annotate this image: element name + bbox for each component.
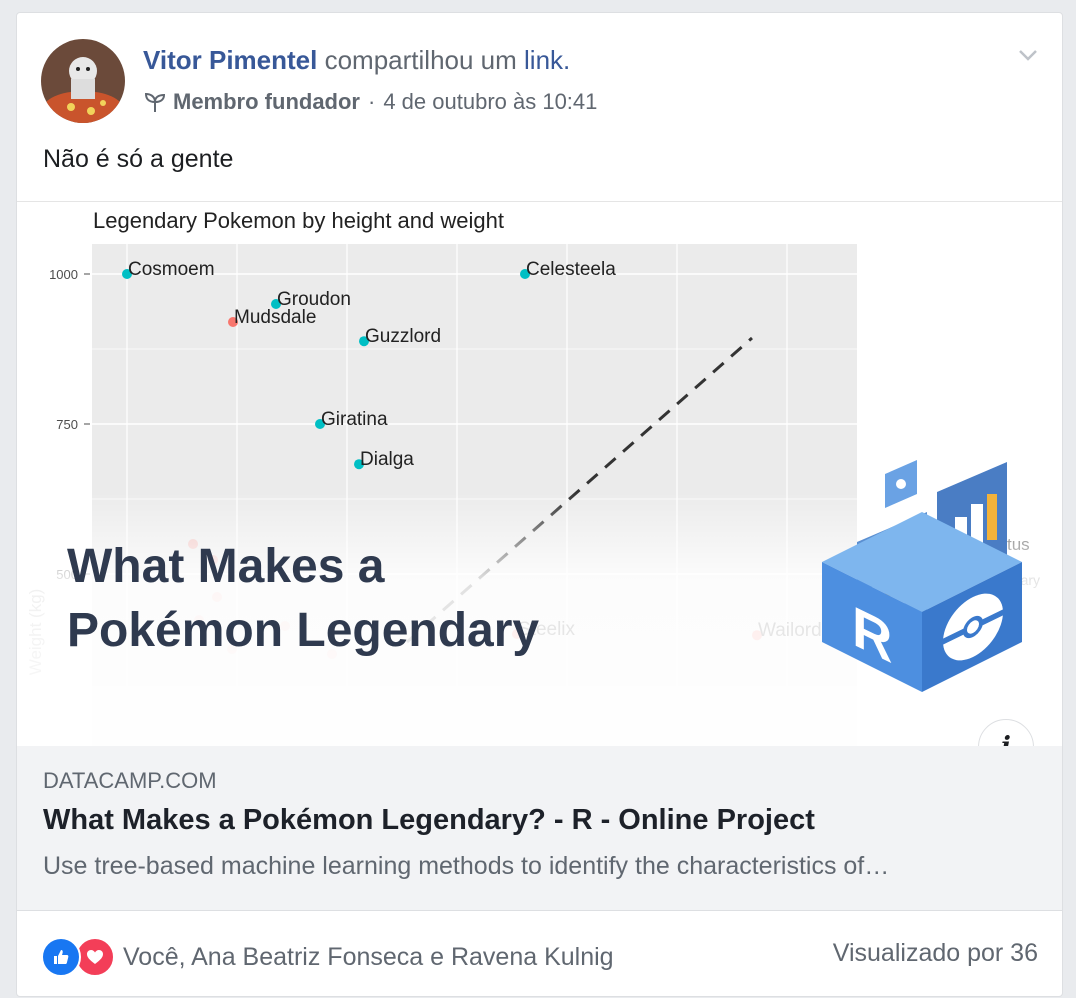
- author-name[interactable]: Vitor Pimentel: [143, 45, 317, 75]
- headline-line-1: What Makes a: [67, 540, 385, 593]
- post-text: Não é só a gente: [43, 145, 234, 173]
- point-label: Guzzlord: [365, 326, 441, 347]
- post-meta: Membro fundador · 4 de outubro às 10:41: [143, 89, 597, 115]
- link-domain: DATACAMP.COM: [43, 768, 217, 793]
- y-tick-label: 750: [56, 417, 78, 432]
- headline-line-2: Pokémon Legendary: [67, 604, 540, 657]
- point-label: Mudsdale: [234, 307, 316, 328]
- reactions-summary[interactable]: Você, Ana Beatriz Fonseca e Ravena Kulni…: [41, 937, 614, 977]
- point-label: Cosmoem: [128, 259, 215, 280]
- member-badge[interactable]: Membro fundador: [173, 89, 360, 115]
- post-card: Vitor Pimentel compartilhou um link. Mem…: [16, 12, 1063, 997]
- like-reaction-icon: [41, 937, 81, 977]
- post-footer: Você, Ana Beatriz Fonseca e Ravena Kulni…: [17, 911, 1062, 996]
- sprout-icon: [144, 92, 166, 112]
- meta-separator: ·: [368, 89, 376, 114]
- post-header: Vitor Pimentel compartilhou um link.: [143, 45, 570, 76]
- link-description: Use tree-based machine learning methods …: [43, 852, 890, 880]
- point-label: Dialga: [360, 449, 414, 470]
- love-reaction-icon: [75, 937, 115, 977]
- point-label: Giratina: [321, 409, 388, 430]
- view-count[interactable]: Visualizado por 36: [833, 939, 1038, 968]
- link-title[interactable]: What Makes a Pokémon Legendary? - R - On…: [43, 804, 815, 837]
- link-preview-image[interactable]: Legendary Pokemon by height and weight 1…: [17, 201, 1062, 748]
- reaction-names[interactable]: Você, Ana Beatriz Fonseca e Ravena Kulni…: [123, 943, 614, 972]
- r-pokeball-cube-icon: R: [822, 460, 1022, 692]
- chevron-down-icon[interactable]: [1016, 43, 1040, 67]
- link-details[interactable]: DATACAMP.COM What Makes a Pokémon Legend…: [17, 746, 1062, 911]
- preview-headline: What Makes a Pokémon Legendary: [67, 535, 539, 663]
- y-tick-label: 1000: [49, 267, 78, 282]
- shared-link-word[interactable]: link.: [524, 45, 570, 75]
- point-label: Celesteela: [526, 259, 616, 280]
- action-text: compartilhou um: [324, 45, 517, 75]
- avatar[interactable]: [41, 39, 125, 123]
- post-timestamp[interactable]: 4 de outubro às 10:41: [383, 89, 597, 115]
